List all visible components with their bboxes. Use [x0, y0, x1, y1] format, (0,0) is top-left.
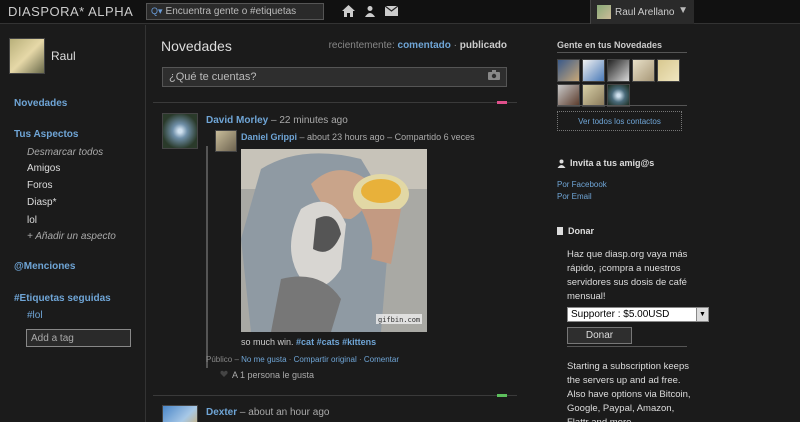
post-author[interactable]: Dexter — [206, 407, 237, 418]
post-divider — [153, 395, 517, 396]
left-sidebar: Raul Novedades Tus Aspectos Desmarcar to… — [0, 25, 146, 422]
hashtag-link[interactable]: #kittens — [342, 337, 376, 347]
avatar[interactable] — [215, 130, 237, 152]
contacts-title: Gente en tus Novedades — [557, 40, 663, 50]
avatar[interactable] — [582, 59, 605, 82]
donate-title-text: Donar — [568, 226, 595, 236]
donate-icon — [557, 227, 563, 235]
chevron-down-icon: ▼ — [678, 5, 688, 16]
mail-icon[interactable] — [383, 3, 399, 19]
avatar[interactable] — [557, 59, 580, 82]
donate-selected-value: Supporter : $5.00USD — [571, 309, 670, 320]
post-image[interactable]: gifbin.com — [241, 149, 427, 332]
invite-email-link[interactable]: Por Email — [557, 192, 592, 201]
avatar — [597, 5, 611, 19]
followed-tag-item[interactable]: #lol — [27, 310, 43, 321]
post-author[interactable]: David Morley — [206, 115, 268, 126]
subscription-text: Starting a subscription keeps the server… — [567, 361, 691, 422]
search-input[interactable]: Q▾ Encuentra gente o #etiquetas — [146, 3, 324, 20]
post-header: Dexter – about an hour ago — [206, 407, 329, 418]
sort-label: recientemente: — [328, 40, 395, 51]
likes-text: A 1 persona le gusta — [232, 370, 315, 380]
post-marker — [497, 394, 507, 397]
avatar[interactable] — [557, 84, 580, 107]
avatar[interactable] — [162, 113, 198, 149]
hashtag-link[interactable]: #cats — [317, 337, 340, 347]
home-icon[interactable] — [340, 3, 356, 19]
post-divider — [153, 102, 517, 103]
invite-title: Invita a tus amig@s — [557, 158, 654, 168]
post-time[interactable]: – 22 minutes ago — [271, 115, 348, 126]
camera-icon[interactable] — [488, 70, 500, 83]
nav-mentions[interactable]: @Menciones — [14, 261, 75, 272]
nav-followed-tags[interactable]: #Etiquetas seguidas — [14, 293, 111, 304]
reshare-meta: – about 23 hours ago – Compartido 6 vece… — [299, 132, 475, 142]
profile-link[interactable]: Raul — [9, 38, 76, 74]
post-time[interactable]: – about an hour ago — [240, 407, 330, 418]
user-name: Raul Arellano — [615, 6, 675, 18]
invite-title-text: Invita a tus amig@s — [570, 158, 655, 168]
section-divider — [557, 52, 687, 53]
add-tag-input[interactable]: Add a tag — [26, 329, 131, 347]
visibility-label: Público – — [206, 355, 239, 364]
avatar[interactable] — [162, 405, 198, 422]
post-marker — [497, 101, 507, 104]
post-actions: Público – No me gusta · Compartir origin… — [206, 355, 399, 364]
avatar — [9, 38, 45, 74]
chevron-down-icon[interactable]: ▼ — [696, 308, 708, 321]
reshare-header: Daniel Grippi – about 23 hours ago – Com… — [241, 132, 475, 142]
brand-logo[interactable]: DIASPORA* ALPHA — [8, 4, 133, 19]
donate-button[interactable]: Donar — [567, 327, 632, 344]
aspect-item[interactable]: Diasp* — [27, 197, 56, 208]
avatar[interactable] — [657, 59, 680, 82]
reshare-author[interactable]: Daniel Grippi — [241, 132, 297, 142]
profile-name: Raul — [51, 49, 76, 63]
add-aspect-link[interactable]: + Añadir un aspecto — [27, 231, 116, 242]
post-caption: so much win. #cat #cats #kittens — [241, 337, 376, 347]
search-icon: Q▾ — [151, 6, 163, 16]
page-title: Novedades — [161, 38, 232, 54]
nav-stream[interactable]: Novedades — [14, 98, 67, 109]
post-header: David Morley – 22 minutes ago — [206, 115, 348, 126]
unlike-link[interactable]: No me gusta — [241, 355, 286, 364]
section-divider — [557, 105, 687, 106]
image-watermark: gifbin.com — [378, 316, 420, 324]
avatar[interactable] — [607, 59, 630, 82]
avatar[interactable] — [607, 84, 630, 107]
hashtag-link[interactable]: #cat — [296, 337, 314, 347]
contacts-icon[interactable] — [362, 3, 378, 19]
section-divider — [567, 346, 687, 347]
avatar[interactable] — [582, 84, 605, 107]
search-placeholder: Encuentra gente o #etiquetas — [165, 6, 297, 17]
aspect-item[interactable]: Foros — [27, 180, 53, 191]
caption-text: so much win. — [241, 337, 294, 347]
composer-placeholder: ¿Qué te cuentas? — [169, 71, 257, 83]
deselect-all-link[interactable]: Desmarcar todos — [27, 147, 103, 158]
invite-facebook-link[interactable]: Por Facebook — [557, 180, 607, 189]
nav-aspects[interactable]: Tus Aspectos — [14, 129, 78, 140]
donate-title: Donar — [557, 226, 594, 236]
top-bar: DIASPORA* ALPHA Q▾ Encuentra gente o #et… — [0, 0, 800, 24]
post-composer[interactable]: ¿Qué te cuentas? — [162, 67, 507, 87]
sort-published[interactable]: publicado — [460, 40, 507, 51]
main-stream: Novedades recientemente: comentado · pub… — [153, 25, 517, 422]
reshare-bar — [206, 146, 208, 368]
heart-icon — [220, 370, 228, 380]
reshare-link[interactable]: Compartir original — [294, 355, 357, 364]
user-menu[interactable]: Raul Arellano ▼ — [590, 0, 694, 24]
user-icon — [557, 159, 566, 168]
sort-options: recientemente: comentado · publicado — [329, 40, 507, 51]
contacts-grid — [557, 59, 687, 107]
right-sidebar: Gente en tus Novedades Ver todos los con… — [557, 25, 800, 422]
likes-info[interactable]: A 1 persona le gusta — [220, 370, 314, 380]
donate-description: Haz que diasp.org vaya más rápido, ¡comp… — [567, 249, 688, 302]
sort-commented[interactable]: comentado — [398, 40, 451, 51]
donate-amount-select[interactable]: Supporter : $5.00USD ▼ — [567, 307, 709, 322]
comment-link[interactable]: Comentar — [364, 355, 399, 364]
avatar[interactable] — [632, 59, 655, 82]
aspect-item[interactable]: Amigos — [27, 163, 60, 174]
view-all-contacts-button[interactable]: Ver todos los contactos — [557, 111, 682, 131]
sort-separator: · — [453, 40, 457, 51]
aspect-item[interactable]: lol — [27, 215, 37, 226]
